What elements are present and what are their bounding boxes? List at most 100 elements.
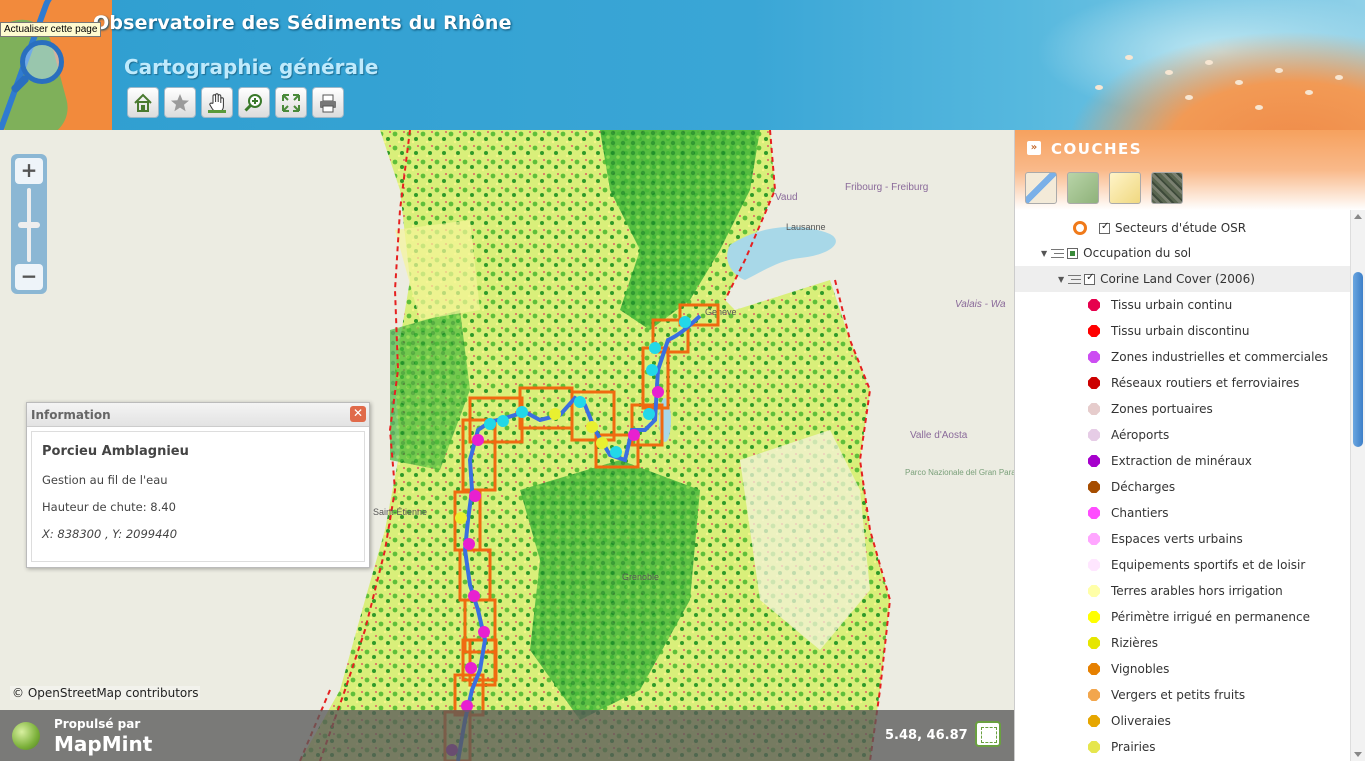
map-view[interactable]: Vaud Fribourg - Freiburg Lausanne Genève… xyxy=(0,130,1014,761)
legend-swatch xyxy=(1088,481,1100,493)
overview-map-button[interactable] xyxy=(975,721,1001,747)
layer-label: Secteurs d'étude OSR xyxy=(1115,221,1247,235)
site-title: Observatoire des Sédiments du Rhône xyxy=(93,12,512,34)
refresh-tooltip: Actualiser cette page xyxy=(0,22,102,37)
layer-group-occupation[interactable]: ▼ Occupation du sol xyxy=(1015,240,1351,266)
cursor-coordinates: 5.48, 46.87 xyxy=(885,728,968,743)
printer-icon xyxy=(320,94,336,112)
hand-icon xyxy=(208,92,226,113)
legend-label: Prairies xyxy=(1111,740,1156,754)
group-checkbox[interactable] xyxy=(1067,247,1079,259)
layer-checkbox[interactable] xyxy=(1099,221,1110,234)
legend-item: Tissu urbain continu xyxy=(1015,292,1351,318)
scroll-up-arrow-icon[interactable] xyxy=(1354,214,1362,219)
collapse-panel-button[interactable]: » xyxy=(1027,141,1041,155)
legend-label: Zones portuaires xyxy=(1111,402,1213,416)
mapmint-brand[interactable]: MapMint xyxy=(54,732,152,756)
zoom-in-button[interactable]: + xyxy=(15,158,43,184)
map-toolbar xyxy=(127,87,344,118)
legend-item: Zones industrielles et commerciales xyxy=(1015,344,1351,370)
info-popup: Information ✕ Porcieu Amblagnieu Gestion… xyxy=(26,402,370,568)
legend-swatch xyxy=(1088,611,1100,623)
expand-arrow-icon[interactable]: ▼ xyxy=(1041,249,1047,258)
group-icon xyxy=(1051,248,1065,258)
legend-item: Oliveraies xyxy=(1015,708,1351,734)
legend-label: Tissu urbain discontinu xyxy=(1111,324,1250,338)
basemap-satellite[interactable] xyxy=(1151,172,1183,204)
layers-title: COUCHES xyxy=(1051,140,1143,158)
legend-label: Tissu urbain continu xyxy=(1111,298,1233,312)
legend-swatch xyxy=(1088,351,1100,363)
full-extent-button[interactable] xyxy=(275,87,307,118)
powered-by-label: Propulsé par xyxy=(54,717,141,731)
station-coordinates: X: 838300 , Y: 2099440 xyxy=(42,527,178,541)
legend-label: Rizières xyxy=(1111,636,1158,650)
legend-label: Terres arables hors irrigation xyxy=(1111,584,1283,598)
close-button[interactable]: ✕ xyxy=(350,406,366,422)
layers-scrollbar[interactable] xyxy=(1350,210,1365,761)
expand-arrow-icon[interactable]: ▼ xyxy=(1058,275,1064,284)
legend-swatch xyxy=(1088,689,1100,701)
place-label: Genève xyxy=(705,307,737,317)
place-label: Parco Nazionale del Gran Paradiso xyxy=(905,468,1014,477)
legend-item: Zones portuaires xyxy=(1015,396,1351,422)
legend-label: Zones industrielles et commerciales xyxy=(1111,350,1329,364)
home-button[interactable] xyxy=(127,87,159,118)
legend-label: Chantiers xyxy=(1111,506,1169,520)
legend-label: Equipements sportifs et de loisir xyxy=(1111,558,1306,572)
legend-item: Décharges xyxy=(1015,474,1351,500)
legend-item: Prairies xyxy=(1015,734,1351,760)
legend-swatch xyxy=(1088,585,1100,597)
layer-subgroup-corine[interactable]: ▼ Corine Land Cover (2006) xyxy=(1015,266,1351,292)
legend-item: Rizières xyxy=(1015,630,1351,656)
legend-item: Réseaux routiers et ferroviaires xyxy=(1015,370,1351,396)
layer-tree: Secteurs d'étude OSR ▼ Occupation du sol… xyxy=(1015,213,1351,761)
legend-swatch xyxy=(1088,377,1100,389)
print-button[interactable] xyxy=(312,87,344,118)
legend-item: Aéroports xyxy=(1015,422,1351,448)
legend-swatch xyxy=(1088,325,1100,337)
legend-swatch xyxy=(1088,533,1100,545)
basemap-plan[interactable] xyxy=(1109,172,1141,204)
legend-item: Tissu urbain discontinu xyxy=(1015,318,1351,344)
legend-item: Extraction de minéraux xyxy=(1015,448,1351,474)
basemap-google-maps[interactable] xyxy=(1025,172,1057,204)
legend-swatch xyxy=(1088,559,1100,571)
legend-swatch xyxy=(1088,741,1100,753)
place-label: Valais - Wa xyxy=(955,299,1006,310)
layers-header: » COUCHES xyxy=(1015,130,1365,210)
legend-label: Vignobles xyxy=(1111,662,1170,676)
legend-label: Aéroports xyxy=(1111,428,1170,442)
zoom-in-tool-button[interactable] xyxy=(238,87,270,118)
map-attribution[interactable]: © OpenStreetMap contributors xyxy=(10,686,201,700)
map-footer: Propulsé par MapMint 5.48, 46.87 xyxy=(0,710,1014,761)
legend-item: Périmètre irrigué en permanence xyxy=(1015,604,1351,630)
drop-height: Hauteur de chute: 8.40 xyxy=(42,500,176,514)
zoom-control: + − xyxy=(11,154,47,294)
subgroup-checkbox[interactable] xyxy=(1084,272,1096,285)
layer-item-osr[interactable]: Secteurs d'étude OSR xyxy=(1015,215,1351,241)
zoom-slider-handle[interactable] xyxy=(18,222,40,228)
place-label: Lausanne xyxy=(786,222,826,232)
legend-swatch xyxy=(1088,403,1100,415)
page-title: Cartographie générale xyxy=(124,55,379,79)
basemap-terrain[interactable] xyxy=(1067,172,1099,204)
legend-swatch xyxy=(1088,429,1100,441)
zoom-out-button[interactable]: − xyxy=(15,264,43,290)
legend-swatch xyxy=(1088,455,1100,467)
legend-swatch xyxy=(1088,507,1100,519)
legend-swatch xyxy=(1088,637,1100,649)
scroll-thumb[interactable] xyxy=(1353,272,1363,447)
mapmint-logo-icon xyxy=(12,722,40,750)
legend-item: Vergers et petits fruits xyxy=(1015,682,1351,708)
legend-item: Terres arables hors irrigation xyxy=(1015,578,1351,604)
place-label: Vaud xyxy=(775,192,798,203)
scroll-down-arrow-icon[interactable] xyxy=(1354,752,1362,757)
station-name: Porcieu Amblagnieu xyxy=(42,444,189,459)
pan-button[interactable] xyxy=(201,87,233,118)
legend-label: Oliveraies xyxy=(1111,714,1171,728)
place-label: Saint-Étienne xyxy=(373,507,427,517)
legend-label: Vergers et petits fruits xyxy=(1111,688,1246,702)
legend-swatch xyxy=(1088,715,1100,727)
favorite-button[interactable] xyxy=(164,87,196,118)
